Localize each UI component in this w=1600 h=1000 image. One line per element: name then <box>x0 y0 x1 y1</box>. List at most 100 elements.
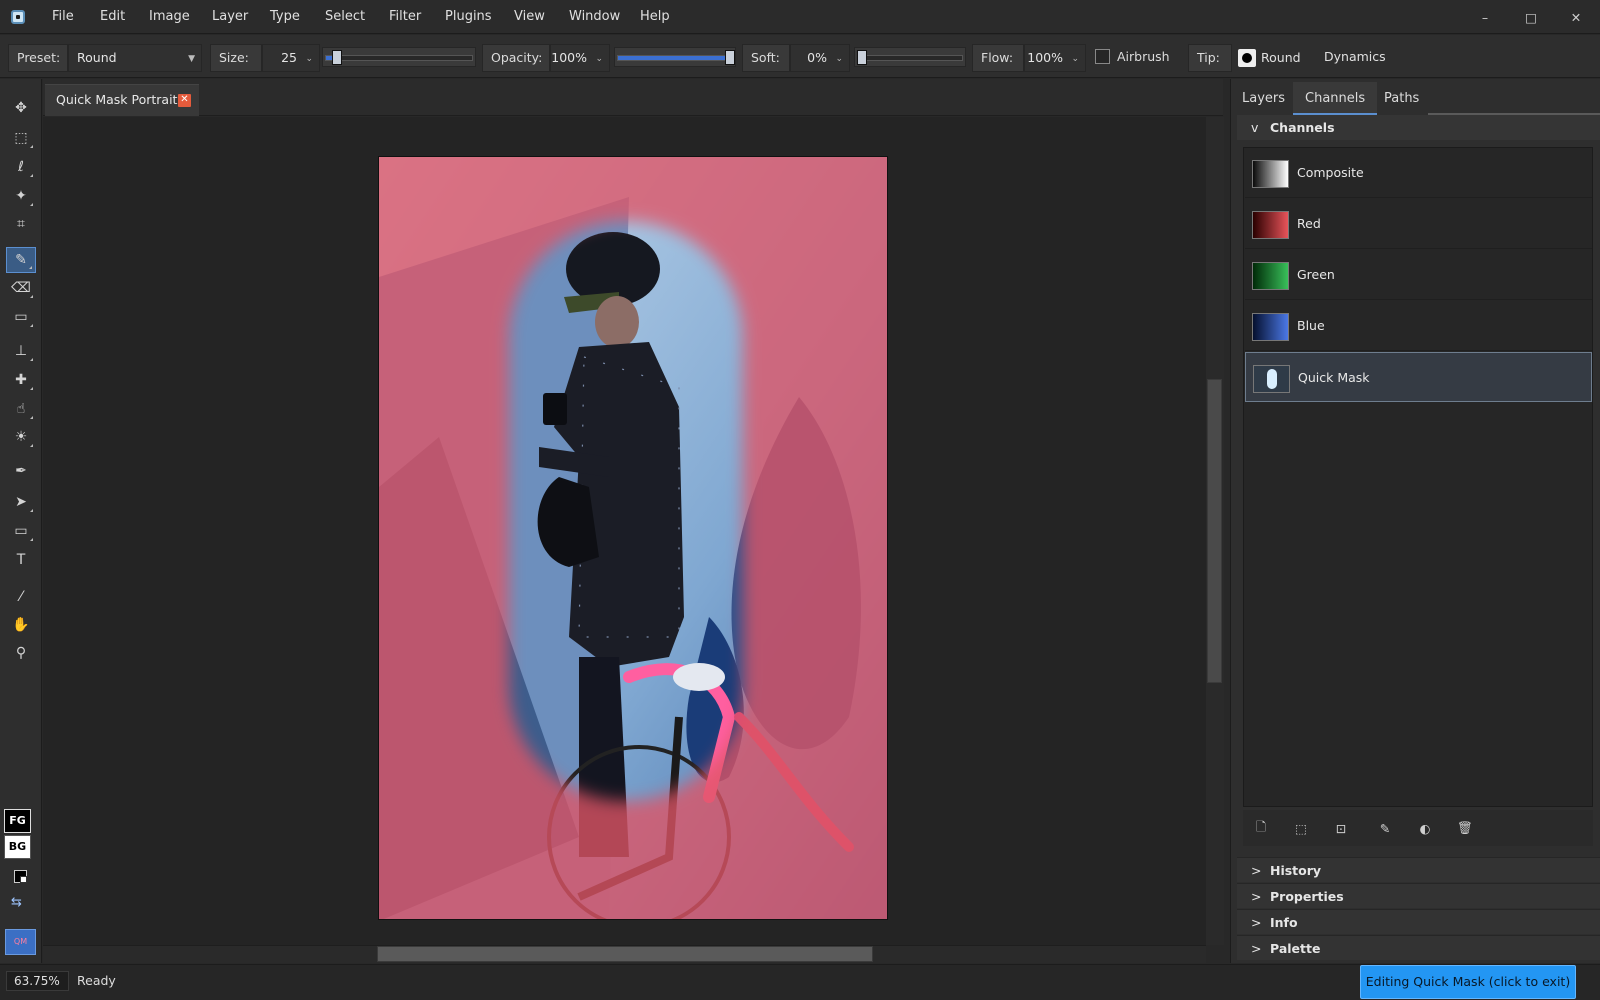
soft-dropdown[interactable]: 0% ⌄ <box>790 44 850 72</box>
properties-panel-header[interactable]: > Properties <box>1237 883 1600 908</box>
healing-icon: ✚ <box>15 372 27 388</box>
crop-tool[interactable]: ⌗ <box>6 211 36 237</box>
channel-name: Red <box>1297 216 1321 231</box>
tab-paths[interactable]: Paths <box>1372 82 1431 115</box>
opacity-slider[interactable] <box>614 47 736 67</box>
exit-quick-mask-button[interactable]: Editing Quick Mask (click to exit) <box>1360 965 1576 999</box>
menu-image[interactable]: Image <box>149 0 190 34</box>
marquee-tool[interactable]: ⬚ <box>6 125 36 151</box>
palette-panel-header[interactable]: > Palette <box>1237 935 1600 960</box>
menu-plugins[interactable]: Plugins <box>445 0 492 34</box>
panel-title: History <box>1270 863 1322 878</box>
new-channel-icon[interactable]: 🗋 <box>1249 818 1273 838</box>
path-select-tool[interactable]: ➤ <box>6 489 36 515</box>
move-tool[interactable]: ✥ <box>6 95 36 121</box>
stamp-tool[interactable]: ⊥ <box>6 338 36 364</box>
horizontal-scrollbar-thumb[interactable] <box>377 946 873 962</box>
hand-tool[interactable]: ✋ <box>6 612 36 638</box>
menu-type[interactable]: Type <box>270 0 300 34</box>
edit-channel-icon[interactable]: ✎ <box>1373 818 1397 838</box>
zoom-tool[interactable]: ⚲ <box>6 640 36 666</box>
tool-group-corner-icon <box>30 174 33 177</box>
pen-tool[interactable]: ✒ <box>6 458 36 484</box>
brush-tool[interactable]: ✎ <box>6 247 36 273</box>
channel-row-composite[interactable]: Composite <box>1245 148 1592 198</box>
close-icon: ✕ <box>1570 9 1582 25</box>
healing-tool[interactable]: ✚ <box>6 367 36 393</box>
channel-row-red[interactable]: Red <box>1245 199 1592 249</box>
eraser-tool[interactable]: ⌫ <box>6 275 36 301</box>
tool-group-corner-icon <box>30 416 33 419</box>
load-selection-icon[interactable]: ⬚ <box>1289 818 1313 838</box>
preset-dropdown[interactable]: Round ▼ <box>68 44 202 72</box>
preset-label: Preset: <box>8 44 68 72</box>
magic-wand-icon: ✦ <box>15 188 27 204</box>
maximize-icon: □ <box>1525 9 1537 25</box>
dodge-tool[interactable]: ☀ <box>6 424 36 450</box>
channel-row-quick-mask[interactable]: Quick Mask <box>1245 352 1592 402</box>
zoom-icon: ⚲ <box>15 645 27 661</box>
close-tab-icon[interactable]: ✕ <box>178 94 191 107</box>
smudge-tool[interactable]: ☝ <box>6 396 36 422</box>
tip-selector[interactable]: Round <box>1236 47 1312 69</box>
slider-thumb[interactable] <box>857 50 867 65</box>
shape-tool[interactable]: ▭ <box>6 518 36 544</box>
canvas-image[interactable] <box>378 156 888 920</box>
menu-filter[interactable]: Filter <box>389 0 421 34</box>
close-window-button[interactable]: ✕ <box>1553 0 1599 34</box>
tab-layers[interactable]: Layers <box>1230 82 1297 115</box>
airbrush-checkbox[interactable] <box>1095 49 1110 64</box>
menu-layer[interactable]: Layer <box>212 0 248 34</box>
channel-row-blue[interactable]: Blue <box>1245 301 1592 351</box>
pen-icon: ✒ <box>15 463 27 479</box>
vertical-scrollbar-thumb[interactable] <box>1207 379 1222 683</box>
lasso-tool[interactable]: ℓ <box>6 154 36 180</box>
slider-thumb[interactable] <box>332 50 342 65</box>
tip-value: Round <box>1261 50 1301 65</box>
mask-pill-shape <box>1267 369 1277 389</box>
dynamics-button[interactable]: Dynamics <box>1324 48 1386 66</box>
channel-row-green[interactable]: Green <box>1245 250 1592 300</box>
magic-wand-tool[interactable]: ✦ <box>6 183 36 209</box>
zoom-level-field[interactable]: 63.75% <box>6 971 69 991</box>
slider-fill <box>618 56 732 60</box>
size-dropdown[interactable]: 25 ⌄ <box>262 44 320 72</box>
invert-icon[interactable]: ◐ <box>1413 818 1437 838</box>
maximize-button[interactable]: □ <box>1508 0 1554 34</box>
menu-select[interactable]: Select <box>325 0 365 34</box>
flow-label: Flow: <box>972 44 1024 72</box>
chevron-down-icon: ⌄ <box>835 54 843 64</box>
gradient-tool[interactable]: ▭ <box>6 304 36 330</box>
channels-panel-header[interactable]: v Channels <box>1237 115 1600 140</box>
expand-arrow-icon: > <box>1251 863 1262 878</box>
document-tab[interactable]: Quick Mask Portrait ✕ <box>45 84 199 116</box>
default-colors-icon[interactable] <box>14 870 27 883</box>
type-tool[interactable]: T <box>6 547 36 573</box>
history-panel-header[interactable]: > History <box>1237 857 1600 882</box>
save-selection-icon[interactable]: ⊡ <box>1329 818 1353 838</box>
minimize-button[interactable]: – <box>1462 0 1508 34</box>
document-tab-title: Quick Mask Portrait <box>56 92 178 107</box>
background-color-swatch[interactable]: BG <box>4 835 31 859</box>
opacity-dropdown[interactable]: 100% ⌄ <box>550 44 610 72</box>
path-select-icon: ➤ <box>15 494 27 510</box>
quick-mask-toggle-button[interactable]: QM <box>5 929 36 955</box>
info-panel-header[interactable]: > Info <box>1237 909 1600 934</box>
minimize-icon: – <box>1481 9 1489 25</box>
foreground-color-swatch[interactable]: FG <box>4 809 31 833</box>
eyedropper-tool[interactable]: ⁄ <box>6 584 36 610</box>
tool-group-corner-icon <box>30 387 33 390</box>
soft-slider[interactable] <box>854 47 966 67</box>
trash-icon[interactable]: 🗑 <box>1453 818 1477 838</box>
menu-help[interactable]: Help <box>640 0 670 34</box>
menu-file[interactable]: File <box>52 0 74 34</box>
tab-channels[interactable]: Channels <box>1293 82 1378 115</box>
menu-window[interactable]: Window <box>569 0 620 34</box>
slider-thumb[interactable] <box>725 50 735 65</box>
flow-dropdown[interactable]: 100% ⌄ <box>1024 44 1086 72</box>
menu-edit[interactable]: Edit <box>100 0 125 34</box>
size-slider[interactable] <box>322 47 476 67</box>
swap-colors-icon[interactable]: ⇆ <box>11 895 22 910</box>
menu-view[interactable]: View <box>514 0 545 34</box>
chevron-down-icon: ⌄ <box>1071 54 1079 64</box>
